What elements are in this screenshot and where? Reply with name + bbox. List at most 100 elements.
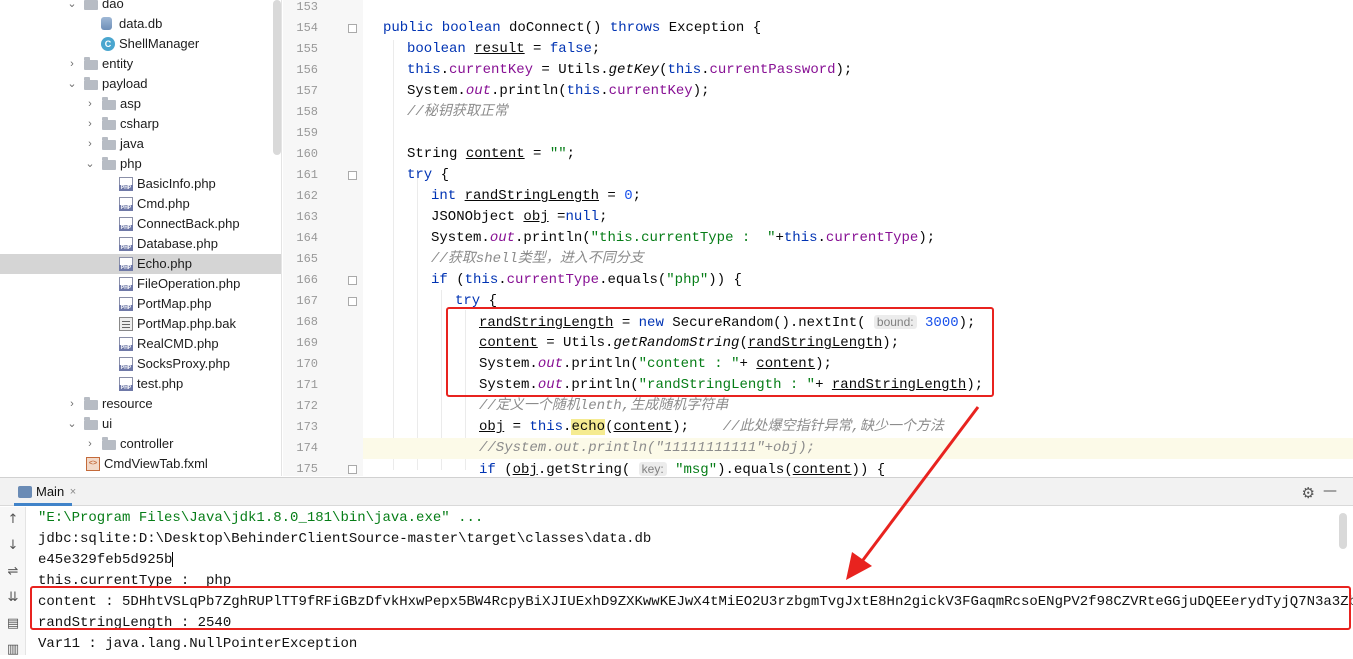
console-line-text: Var11 : java.lang.NullPointerException xyxy=(38,636,358,652)
code-line[interactable]: if (this.currentType.equals("php")) { xyxy=(363,270,1353,291)
tree-item[interactable]: ⌄ dao xyxy=(0,0,281,14)
fold-marker-icon[interactable] xyxy=(348,171,357,180)
gear-icon[interactable]: ⚙ xyxy=(1302,484,1315,502)
fold-marker-icon[interactable] xyxy=(348,297,357,306)
code-token: . xyxy=(498,272,507,288)
tree-item[interactable]: BasicInfo.php xyxy=(0,174,281,194)
code-token: = Utils. xyxy=(533,62,609,78)
code-editor[interactable]: public boolean doConnect() throws Except… xyxy=(363,0,1353,476)
chevron-right-icon[interactable]: › xyxy=(66,396,78,412)
code-line[interactable]: //秘钥获取正常 xyxy=(363,102,1353,123)
chevron-right-icon[interactable]: › xyxy=(66,56,78,72)
chevron-right-icon[interactable]: › xyxy=(84,96,96,112)
scroll-to-end-icon[interactable]: ⇊ xyxy=(5,589,21,607)
tree-item[interactable]: ⌄ php xyxy=(0,154,281,174)
code-line[interactable]: System.out.println("this.currentType : "… xyxy=(363,228,1353,249)
chevron-right-icon[interactable]: › xyxy=(84,436,96,452)
code-line[interactable]: if (obj.getString( key: "msg").equals(co… xyxy=(363,459,1353,476)
tree-item[interactable]: › java xyxy=(0,134,281,154)
line-number: 171 xyxy=(296,378,318,392)
run-tab-label: Main xyxy=(36,484,65,499)
scroll-down-icon[interactable]: ↓ xyxy=(5,537,21,555)
tree-item[interactable]: › csharp xyxy=(0,114,281,134)
line-number: 164 xyxy=(296,231,318,245)
tree-item-label: Echo.php xyxy=(137,256,192,271)
code-token: .equals( xyxy=(599,272,667,288)
fold-marker-icon[interactable] xyxy=(348,465,357,474)
chevron-right-icon[interactable]: › xyxy=(84,136,96,152)
database-icon xyxy=(101,17,112,30)
code-line[interactable]: int randStringLength = 0; xyxy=(363,186,1353,207)
code-line[interactable]: obj = this.echo(content); //此处爆空指针异常,缺少一… xyxy=(363,417,1353,438)
soft-wrap-icon[interactable]: ⇌ xyxy=(5,563,21,581)
code-line[interactable]: public boolean doConnect() throws Except… xyxy=(363,18,1353,39)
code-token: out xyxy=(465,83,492,99)
annotation-box-console xyxy=(30,586,1351,630)
code-line[interactable]: //System.out.println("11111111111"+obj); xyxy=(363,438,1353,459)
tree-item[interactable]: Echo.php xyxy=(0,254,281,274)
tree-item[interactable]: › controller xyxy=(0,434,281,454)
tree-item-label: PortMap.php.bak xyxy=(137,316,237,331)
code-line[interactable]: //定义一个随机lenth,生成随机字符串 xyxy=(363,396,1353,417)
code-line[interactable]: JSONObject obj =null; xyxy=(363,207,1353,228)
delete-icon[interactable]: ▥ xyxy=(5,641,21,659)
tree-item[interactable]: SocksProxy.php xyxy=(0,354,281,374)
chevron-down-icon[interactable]: ⌄ xyxy=(84,156,96,172)
php-file-icon xyxy=(119,177,133,191)
tree-item[interactable]: RealCMD.php xyxy=(0,334,281,354)
tree-item[interactable]: C ShellManager xyxy=(0,34,281,54)
line-number: 163 xyxy=(296,210,318,224)
tree-item[interactable]: FileOperation.php xyxy=(0,274,281,294)
tree-item[interactable]: › resource xyxy=(0,394,281,414)
print-icon[interactable]: ▤ xyxy=(5,615,21,633)
code-token: . xyxy=(440,62,450,78)
tree-item[interactable]: Cmd.php xyxy=(0,194,281,214)
tree-item[interactable]: data.db xyxy=(0,14,281,34)
code-token: ; xyxy=(632,188,642,204)
line-number: 157 xyxy=(296,84,318,98)
code-token: . xyxy=(701,62,710,78)
console-toolbar: ↑ ↓ ⇌ ⇊ ▤ ▥ xyxy=(0,507,26,657)
scroll-up-icon[interactable]: ↑ xyxy=(5,511,21,529)
code-token: if xyxy=(431,272,448,288)
code-token: public boolean xyxy=(383,20,510,36)
code-line[interactable]: String content = ""; xyxy=(363,144,1353,165)
chevron-right-icon[interactable]: › xyxy=(84,116,96,132)
close-icon[interactable]: × xyxy=(70,480,76,504)
console-output[interactable]: "E:\Program Files\Java\jdk1.8.0_181\bin\… xyxy=(26,507,1353,655)
chevron-down-icon[interactable]: ⌄ xyxy=(66,76,78,92)
code-token: obj xyxy=(479,419,505,435)
fold-marker-icon[interactable] xyxy=(348,276,357,285)
console-scrollbar[interactable] xyxy=(1339,513,1347,549)
minimize-icon[interactable]: — xyxy=(1323,483,1337,499)
chevron-down-icon[interactable]: ⌄ xyxy=(66,416,78,432)
code-line[interactable]: //获取shell类型，进入不同分支 xyxy=(363,249,1353,270)
code-token: Exception { xyxy=(668,20,762,36)
tree-item[interactable]: PortMap.php xyxy=(0,294,281,314)
code-line[interactable]: boolean result = false; xyxy=(363,39,1353,60)
tree-item[interactable]: › asp xyxy=(0,94,281,114)
code-line[interactable]: System.out.println(this.currentKey); xyxy=(363,81,1353,102)
tree-item[interactable]: PortMap.php.bak xyxy=(0,314,281,334)
tree-item[interactable]: test.php xyxy=(0,374,281,394)
php-file-icon xyxy=(119,297,133,311)
tree-item[interactable]: Database.php xyxy=(0,234,281,254)
tree-item[interactable]: <> CmdViewTab.fxml xyxy=(0,454,281,474)
fold-marker-icon[interactable] xyxy=(348,24,357,33)
code-line[interactable]: try { xyxy=(363,165,1353,186)
run-tab-main[interactable]: Main × xyxy=(14,480,76,506)
tree-item[interactable]: ⌄ ui xyxy=(0,414,281,434)
code-line[interactable] xyxy=(363,0,1353,18)
chevron-down-icon[interactable]: ⌄ xyxy=(66,0,78,12)
tree-item-label: entity xyxy=(102,56,134,71)
code-line[interactable]: this.currentKey = Utils.getKey(this.curr… xyxy=(363,60,1353,81)
tree-item[interactable]: ⌄ payload xyxy=(0,74,281,94)
tree-item[interactable]: ConnectBack.php xyxy=(0,214,281,234)
code-token: this xyxy=(464,272,499,288)
code-token: this xyxy=(667,62,702,78)
code-token: .println( xyxy=(515,230,591,246)
tree-item[interactable]: › entity xyxy=(0,54,281,74)
code-token: JSONObject xyxy=(431,209,524,225)
code-line[interactable] xyxy=(363,123,1353,144)
project-scrollbar[interactable] xyxy=(273,0,281,155)
